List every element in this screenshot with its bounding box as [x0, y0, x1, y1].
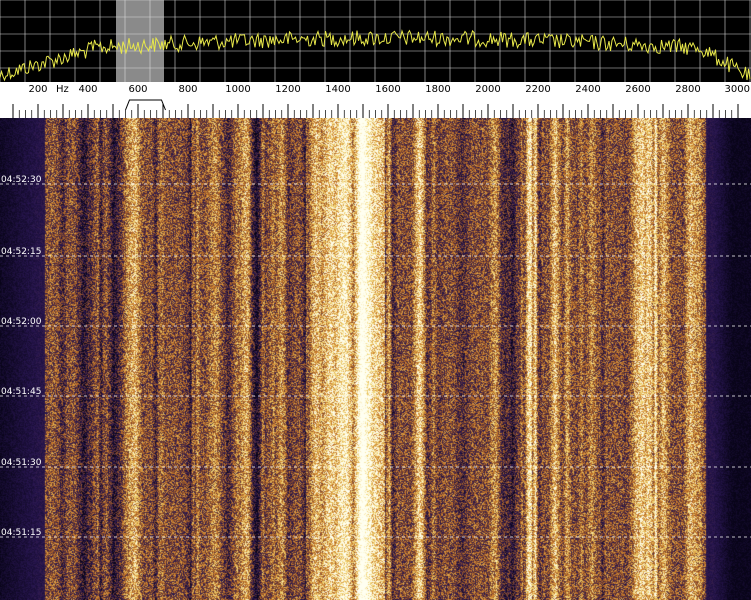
waterfall-display[interactable]: 04:52:30 04:52:15 04:52:00 04:51:45 04:5… [0, 118, 751, 600]
freq-label-3000: 3000 [725, 84, 750, 95]
timestamp-label: 04:51:45 [1, 387, 41, 397]
spectrum-analyzer-window: 200 Hz 400 600 800 1000 1200 1400 1600 1… [0, 0, 751, 600]
timestamp-label: 04:52:15 [1, 247, 41, 257]
freq-label-2000: 2000 [475, 84, 500, 95]
timestamp-label: 04:51:30 [1, 458, 42, 468]
freq-label-2400: 2400 [575, 84, 600, 95]
waterfall-time-grid: 04:52:30 04:52:15 04:52:00 04:51:45 04:5… [0, 175, 751, 538]
filter-bracket[interactable] [125, 99, 166, 111]
freq-label-1800: 1800 [425, 84, 450, 95]
freq-label-600: 600 [128, 84, 147, 95]
timestamp-label: 04:52:30 [1, 175, 42, 185]
freq-label-1200: 1200 [275, 84, 300, 95]
freq-label-2200: 2200 [525, 84, 550, 95]
freq-label-2600: 2600 [625, 84, 650, 95]
freq-label-2800: 2800 [675, 84, 700, 95]
freq-label-1600: 1600 [375, 84, 400, 95]
frequency-labels: 200 Hz 400 600 800 1000 1200 1400 1600 1… [28, 84, 750, 95]
freq-label-1000: 1000 [225, 84, 250, 95]
freq-unit-label: Hz [56, 84, 69, 95]
freq-label-1400: 1400 [325, 84, 350, 95]
timestamp-label: 04:51:15 [1, 528, 41, 538]
frequency-ticks [12, 104, 739, 118]
frequency-scale[interactable]: 200 Hz 400 600 800 1000 1200 1400 1600 1… [0, 82, 751, 118]
time-gridlines [0, 183, 751, 538]
spectrum-display[interactable] [0, 0, 751, 82]
freq-label-800: 800 [178, 84, 197, 95]
freq-label-200: 200 [28, 84, 47, 95]
freq-label-400: 400 [78, 84, 97, 95]
timestamp-label: 04:52:00 [1, 317, 42, 327]
passband-highlight[interactable] [116, 0, 164, 82]
